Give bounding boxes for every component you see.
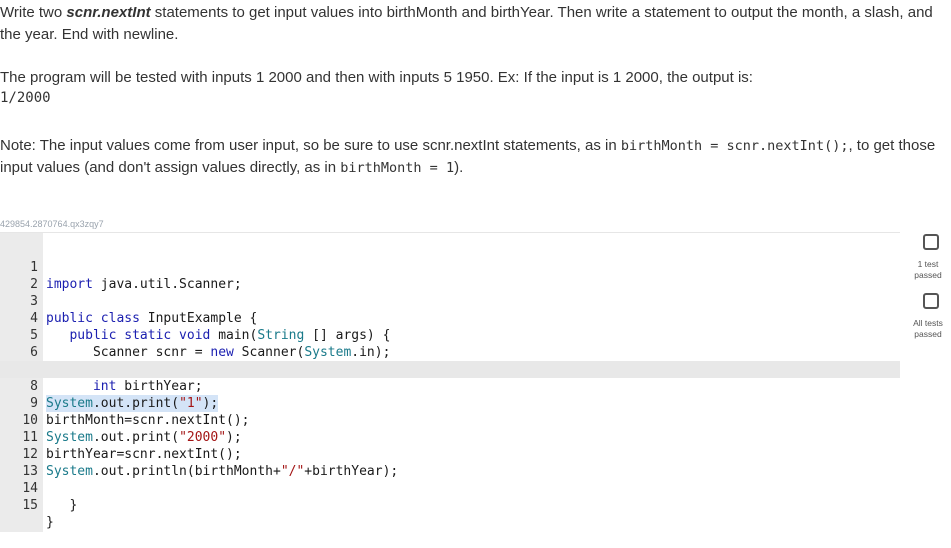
code-line[interactable]: 13 xyxy=(0,446,900,479)
test-2-label: All tests xyxy=(913,318,943,328)
code-line[interactable]: 7 int birthYear; xyxy=(0,344,900,394)
expected-output: 1/2000 xyxy=(0,90,51,106)
instruction-text: Note: The input values come from user in… xyxy=(0,137,621,154)
code-line[interactable]: 15 } xyxy=(0,480,900,530)
code-line[interactable]: 1 import java.util.Scanner; xyxy=(0,242,900,292)
test-1-label: passed xyxy=(914,270,942,280)
instruction-paragraph-3: Note: The input values come from user in… xyxy=(0,135,940,179)
test-2-status: All tests passed xyxy=(905,318,951,340)
instruction-paragraph-2: The program will be tested with inputs 1… xyxy=(0,69,753,86)
test-2-checkbox-icon xyxy=(923,293,939,309)
inline-code: birthMonth = 1 xyxy=(340,160,455,176)
code-line[interactable]: 9 birthMonth=scnr.nextInt(); xyxy=(0,378,900,428)
line-number: 15 xyxy=(22,498,38,513)
code-line[interactable]: 2 xyxy=(0,259,900,292)
code-line[interactable]: 10 System.out.print("2000"); xyxy=(0,395,900,445)
code-text: } xyxy=(46,515,54,530)
test-1-checkbox-icon xyxy=(923,234,939,250)
code-text: } xyxy=(46,498,78,513)
code-line[interactable]: 12 System.out.println(birthMonth+"/"+bir… xyxy=(0,429,900,479)
instruction-bold-code: scnr.nextInt xyxy=(66,4,151,21)
code-line[interactable]: 5 Scanner scnr = new Scanner(System.in); xyxy=(0,310,900,360)
test-2-label: passed xyxy=(914,329,942,339)
inline-code: birthMonth = scnr.nextInt(); xyxy=(620,138,849,154)
test-1-status: 1 test passed xyxy=(905,259,951,281)
code-line[interactable]: 11 birthYear=scnr.nextInt(); xyxy=(0,412,900,462)
instruction-text: Write two xyxy=(0,4,67,21)
lab-id: 429854.2870764.qx3zqy7 xyxy=(0,219,104,229)
code-line-active[interactable]: 8 System.out.print("1"); xyxy=(0,361,900,412)
code-line[interactable]: 6 int birthMonth; xyxy=(0,327,900,377)
instruction-text: ). xyxy=(454,159,464,176)
code-line[interactable]: 4 public static void main(String [] args… xyxy=(0,293,900,343)
test-1-label: 1 test xyxy=(917,259,939,269)
code-line[interactable]: 3 public class InputExample { xyxy=(0,276,900,326)
code-editor[interactable]: 1 import java.util.Scanner; 2 3 public c… xyxy=(0,232,900,532)
instruction-paragraph-1: Write two scnr.nextInt statements to get… xyxy=(0,2,940,46)
code-line[interactable]: 14 } xyxy=(0,463,900,513)
